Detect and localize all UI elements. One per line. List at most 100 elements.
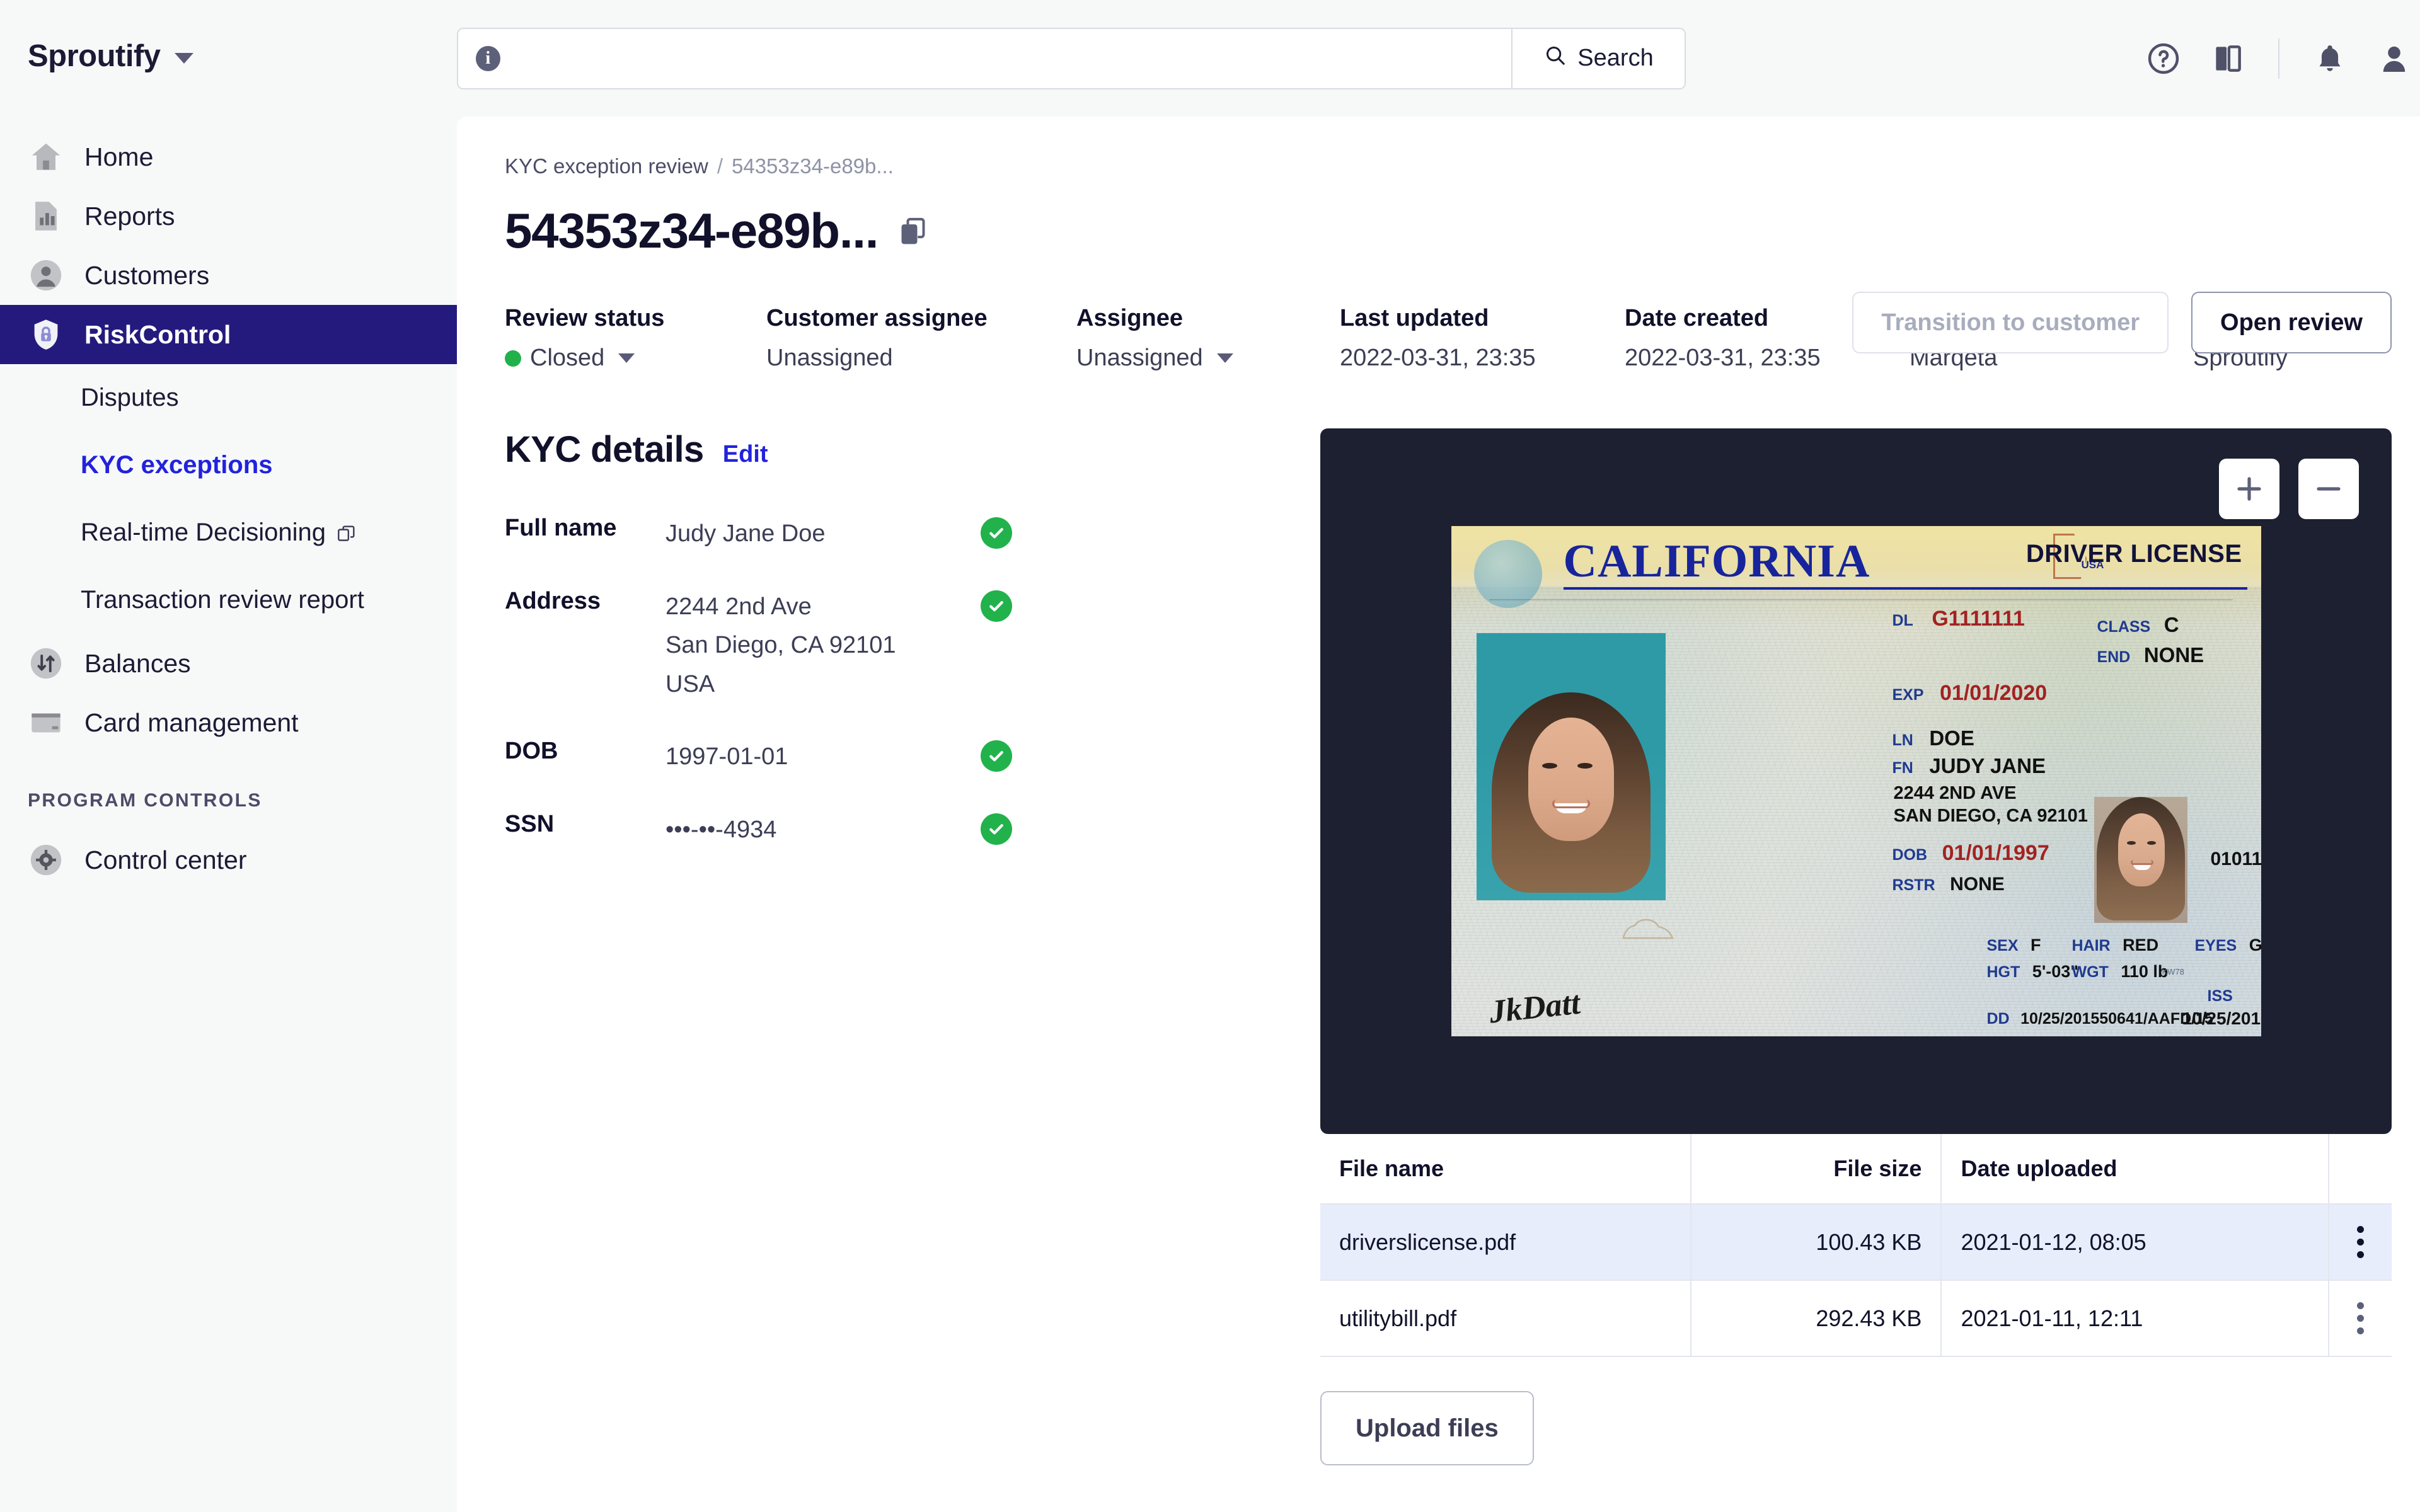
- sidebar-section-program-controls: PROGRAM CONTROLS: [0, 752, 457, 830]
- breadcrumb-root[interactable]: KYC exception review: [505, 154, 708, 178]
- check-circle-icon: [981, 517, 1012, 549]
- sidebar-item-disputes[interactable]: Disputes: [0, 364, 457, 432]
- shield-lock-icon: [28, 316, 64, 353]
- cell-actions[interactable]: [2329, 1204, 2392, 1280]
- dl-field-hair: HAIR RED: [2072, 936, 2159, 955]
- panes: KYC details Edit Full name Judy Jane Doe: [505, 428, 2392, 1465]
- dl-portrait-photo: [1477, 633, 1666, 900]
- sidebar-item-label: Card management: [84, 708, 299, 738]
- sidebar-item-label: Customers: [84, 261, 209, 290]
- dl-field-dob: DOB 01/01/1997: [1893, 841, 2049, 866]
- global-search[interactable]: i Search: [457, 28, 1686, 89]
- sidebar-item-kyc-exceptions[interactable]: KYC exceptions: [0, 432, 457, 499]
- help-icon[interactable]: [2146, 41, 2181, 76]
- sidebar-item-label: Control center: [84, 845, 247, 875]
- upload-row: Upload files: [1320, 1391, 2392, 1465]
- brand-switcher[interactable]: Sproutify: [0, 25, 457, 76]
- dl-field-wgt: WGT 110 lb: [2072, 962, 2169, 982]
- cell-date-uploaded: 2021-01-11, 12:11: [1941, 1280, 2329, 1356]
- kyc-edit-link[interactable]: Edit: [723, 441, 768, 468]
- kyc-row: Address 2244 2nd Ave San Diego, CA 92101…: [505, 588, 1293, 704]
- dl-field-dl: DL G1111111: [1893, 607, 2025, 631]
- meta-label: Review status: [505, 305, 766, 332]
- book-icon[interactable]: [2210, 41, 2245, 76]
- zoom-out-button[interactable]: [2298, 459, 2359, 519]
- dl-field-fn: FN JUDY JANE: [1893, 754, 2046, 778]
- icon-divider: [2278, 38, 2279, 79]
- more-options-icon[interactable]: [2348, 1226, 2373, 1258]
- col-file-size[interactable]: File size: [1691, 1134, 1941, 1204]
- sidebar-item-riskcontrol[interactable]: RiskControl: [0, 305, 457, 364]
- kyc-header: KYC details Edit: [505, 428, 1293, 471]
- content-card: KYC exception review / 54353z34-e89b... …: [457, 117, 2420, 1512]
- sidebar-subitem-label: KYC exceptions: [81, 451, 273, 479]
- check-circle-icon: [981, 590, 1012, 622]
- col-date-uploaded[interactable]: Date uploaded: [1941, 1134, 2329, 1204]
- dl-microprint: KW78: [2162, 967, 2184, 976]
- meta-value[interactable]: Unassigned: [1076, 345, 1340, 372]
- zoom-in-button[interactable]: [2219, 459, 2279, 519]
- sidebar-item-home[interactable]: Home: [0, 127, 457, 186]
- search-button[interactable]: Search: [1511, 29, 1685, 88]
- meta-label: Customer assignee: [766, 305, 1076, 332]
- copy-icon[interactable]: [897, 214, 928, 248]
- info-icon: i: [476, 46, 500, 71]
- kyc-key: DOB: [505, 738, 666, 765]
- status-dot: [505, 350, 521, 367]
- breadcrumb-current: 54353z34-e89b...: [732, 154, 894, 178]
- meta-value[interactable]: Closed: [505, 345, 766, 372]
- sidebar-item-balances[interactable]: Balances: [0, 634, 457, 693]
- dl-ghost-dob: 01011997: [2211, 849, 2261, 870]
- sidebar-nav: Home Reports Customers RiskControl: [0, 127, 457, 890]
- app-root: Sproutify Home Reports Customers: [0, 0, 2420, 1512]
- transfer-icon: [28, 645, 64, 682]
- check-circle-icon: [981, 740, 1012, 772]
- topbar: i Search: [457, 0, 2420, 117]
- customers-icon: [28, 257, 64, 294]
- dl-field-hgt: HGT 5'-03": [1987, 962, 2079, 982]
- document-pane: CALIFORNIA USA DRIVER LICENSE: [1320, 428, 2392, 1465]
- home-icon: [28, 139, 64, 175]
- sidebar-item-card-management[interactable]: Card management: [0, 693, 457, 752]
- col-file-name[interactable]: File name: [1320, 1134, 1691, 1204]
- kyc-row: SSN •••-••-4934: [505, 811, 1293, 850]
- sidebar-item-control-center[interactable]: Control center: [0, 830, 457, 890]
- kyc-row: DOB 1997-01-01: [505, 738, 1293, 777]
- sidebar-item-reports[interactable]: Reports: [0, 186, 457, 246]
- open-review-button[interactable]: Open review: [2191, 292, 2392, 353]
- table-header-row: File name File size Date uploaded: [1320, 1134, 2392, 1204]
- upload-files-button[interactable]: Upload files: [1320, 1391, 1534, 1465]
- kyc-rows: Full name Judy Jane Doe Address 2244 2nd…: [505, 515, 1293, 849]
- meta-customer-assignee: Customer assignee Unassigned: [766, 305, 1076, 372]
- kyc-key: Full name: [505, 515, 666, 542]
- cell-file-size: 100.43 KB: [1691, 1204, 1941, 1280]
- dl-field-end: END NONE: [2097, 643, 2204, 667]
- user-icon[interactable]: [2377, 41, 2412, 76]
- breadcrumb: KYC exception review / 54353z34-e89b...: [505, 154, 2392, 178]
- drivers-license-image: CALIFORNIA USA DRIVER LICENSE: [1451, 526, 2261, 1036]
- col-actions: [2329, 1134, 2392, 1204]
- files-table-body: driverslicense.pdf 100.43 KB 2021-01-12,…: [1320, 1204, 2392, 1356]
- table-row[interactable]: driverslicense.pdf 100.43 KB 2021-01-12,…: [1320, 1204, 2392, 1280]
- table-row[interactable]: utilitybill.pdf 292.43 KB 2021-01-11, 12…: [1320, 1280, 2392, 1356]
- sidebar-item-real-time-decisioning[interactable]: Real-time Decisioning: [0, 499, 457, 566]
- kyc-value: Judy Jane Doe: [666, 515, 981, 554]
- search-input[interactable]: [514, 45, 1494, 72]
- sidebar-item-customers[interactable]: Customers: [0, 246, 457, 305]
- transition-to-customer-button[interactable]: Transition to customer: [1852, 292, 2169, 353]
- more-options-icon[interactable]: [2348, 1302, 2373, 1334]
- meta-label: Assignee: [1076, 305, 1340, 332]
- topbar-icons: [2146, 38, 2412, 79]
- cell-actions[interactable]: [2329, 1280, 2392, 1356]
- dl-divider: [1489, 599, 2233, 600]
- page-title: 54353z34-e89b...: [505, 202, 878, 260]
- bell-icon[interactable]: [2312, 41, 2348, 76]
- dl-rule: [1564, 587, 2247, 590]
- sidebar-item-transaction-review-report[interactable]: Transaction review report: [0, 566, 457, 634]
- kyc-value: 1997-01-01: [666, 738, 981, 777]
- cell-file-name: utilitybill.pdf: [1320, 1280, 1691, 1356]
- gear-icon: [28, 842, 64, 878]
- document-viewer[interactable]: CALIFORNIA USA DRIVER LICENSE: [1320, 428, 2392, 1134]
- meta-label: Last updated: [1340, 305, 1625, 332]
- kyc-row: Full name Judy Jane Doe: [505, 515, 1293, 554]
